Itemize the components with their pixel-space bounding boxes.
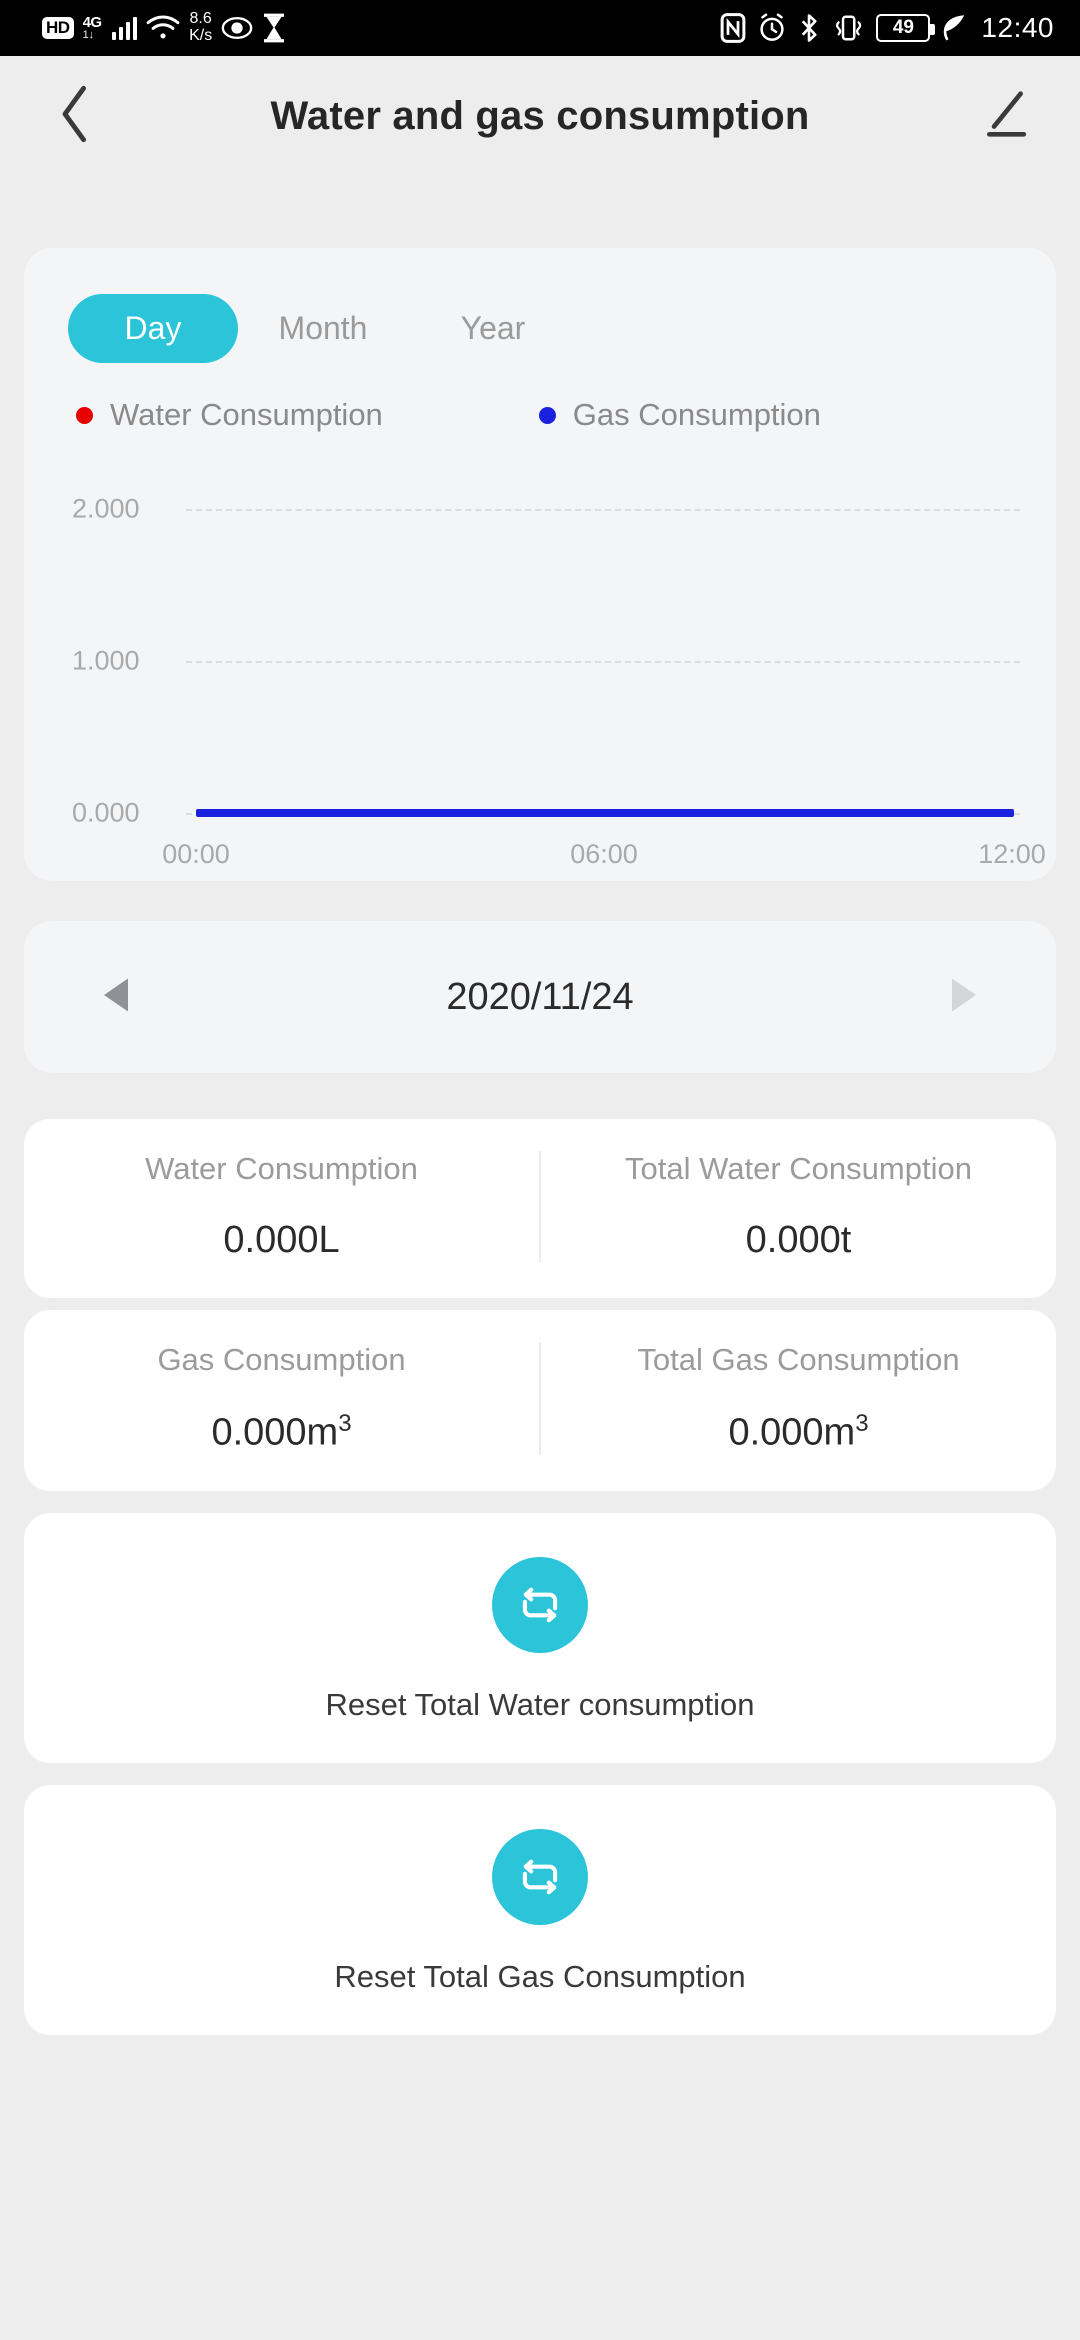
y-tick-label-1: 1.000	[72, 645, 140, 676]
hourglass-icon	[262, 13, 286, 43]
tab-year[interactable]: Year	[408, 294, 578, 363]
gridline-1	[186, 661, 1020, 663]
consumption-line-chart: 2.000 1.000 0.000 00:00 06:00 12:00	[24, 473, 1056, 870]
battery-icon: 49	[876, 14, 936, 42]
data-rate-indicator: 8.6 K/s	[189, 10, 213, 44]
back-button[interactable]	[40, 81, 110, 151]
status-bar-left: HD 4G 1↓ 8.6 K/s	[42, 10, 286, 45]
gas-stats-card: Gas Consumption 0.000m3 Total Gas Consum…	[24, 1310, 1056, 1491]
reset-loop-icon	[492, 1556, 588, 1653]
gas-legend-dot-icon	[538, 406, 556, 424]
gas-consumption-value: 0.000m3	[211, 1410, 352, 1454]
triangle-right-icon	[949, 977, 979, 1018]
x-tick-label-2: 12:00	[978, 839, 1046, 869]
tab-day[interactable]: Day	[68, 294, 238, 363]
status-bar-right: 49 12:40	[720, 12, 1054, 44]
signal-icon	[111, 16, 138, 40]
eye-icon	[221, 15, 253, 41]
total-water-consumption-label: Total Water Consumption	[625, 1151, 972, 1186]
total-water-consumption-stat: Total Water Consumption 0.000t	[539, 1151, 1056, 1262]
water-stats-card: Water Consumption 0.000L Total Water Con…	[24, 1119, 1056, 1298]
next-date-button[interactable]	[934, 967, 994, 1027]
current-date-label: 2020/11/24	[446, 975, 634, 1018]
reset-loop-icon	[492, 1828, 588, 1925]
legend-item-gas: Gas Consumption	[538, 397, 821, 433]
hd-icon: HD	[42, 17, 74, 39]
legend-label-gas: Gas Consumption	[572, 397, 821, 432]
alarm-icon	[757, 13, 787, 43]
status-bar: HD 4G 1↓ 8.6 K/s 49 12:40	[0, 0, 1080, 56]
reset-total-water-label: Reset Total Water consumption	[325, 1686, 755, 1722]
vibrate-icon	[831, 13, 865, 43]
reset-total-water-button[interactable]: Reset Total Water consumption	[24, 1512, 1056, 1763]
network-type-label: 4G 1↓	[82, 14, 103, 41]
data-arrows-icon: 1↓	[82, 29, 95, 41]
y-tick-label-0: 0.000	[72, 797, 140, 828]
legend-label-water: Water Consumption	[110, 397, 383, 432]
chart-card: Day Month Year Water Consumption Gas Con…	[24, 248, 1056, 881]
clock-label: 12:40	[981, 12, 1054, 43]
gas-consumption-label: Gas Consumption	[157, 1342, 406, 1377]
water-consumption-value: 0.000L	[223, 1219, 340, 1261]
water-consumption-stat: Water Consumption 0.000L	[24, 1151, 539, 1262]
water-legend-dot-icon	[76, 406, 93, 424]
date-navigator: 2020/11/24	[24, 921, 1056, 1073]
x-tick-label-0: 00:00	[162, 839, 230, 869]
total-gas-consumption-stat: Total Gas Consumption 0.000m3	[539, 1342, 1056, 1455]
bluetooth-icon	[798, 13, 820, 43]
legend-item-water: Water Consumption	[76, 397, 383, 433]
app-bar: Water and gas consumption	[0, 56, 1080, 176]
gas-series-line	[196, 809, 1014, 817]
x-tick-label-1: 06:00	[570, 839, 638, 869]
tab-month[interactable]: Month	[238, 294, 408, 363]
reset-total-gas-button[interactable]: Reset Total Gas Consumption	[24, 1784, 1056, 2035]
water-consumption-label: Water Consumption	[145, 1151, 418, 1186]
total-water-consumption-value: 0.000t	[745, 1219, 852, 1261]
triangle-left-icon	[101, 977, 131, 1018]
total-gas-consumption-label: Total Gas Consumption	[637, 1342, 960, 1377]
nfc-icon	[720, 13, 746, 43]
wifi-icon	[146, 15, 180, 41]
prev-date-button[interactable]	[86, 967, 146, 1027]
chart-legend: Water Consumption Gas Consumption	[24, 363, 1056, 433]
period-tabs: Day Month Year	[24, 294, 1056, 363]
back-chevron-icon	[54, 84, 96, 149]
pencil-edit-icon	[980, 89, 1030, 144]
total-gas-consumption-value: 0.000m3	[728, 1410, 869, 1454]
page-title: Water and gas consumption	[270, 93, 810, 138]
y-tick-label-2: 2.000	[72, 493, 140, 524]
reset-total-gas-label: Reset Total Gas Consumption	[334, 1958, 746, 1994]
gas-consumption-stat: Gas Consumption 0.000m3	[24, 1342, 539, 1455]
gridline-2	[186, 509, 1020, 511]
leaf-icon	[941, 14, 967, 42]
edit-button[interactable]	[970, 81, 1040, 151]
